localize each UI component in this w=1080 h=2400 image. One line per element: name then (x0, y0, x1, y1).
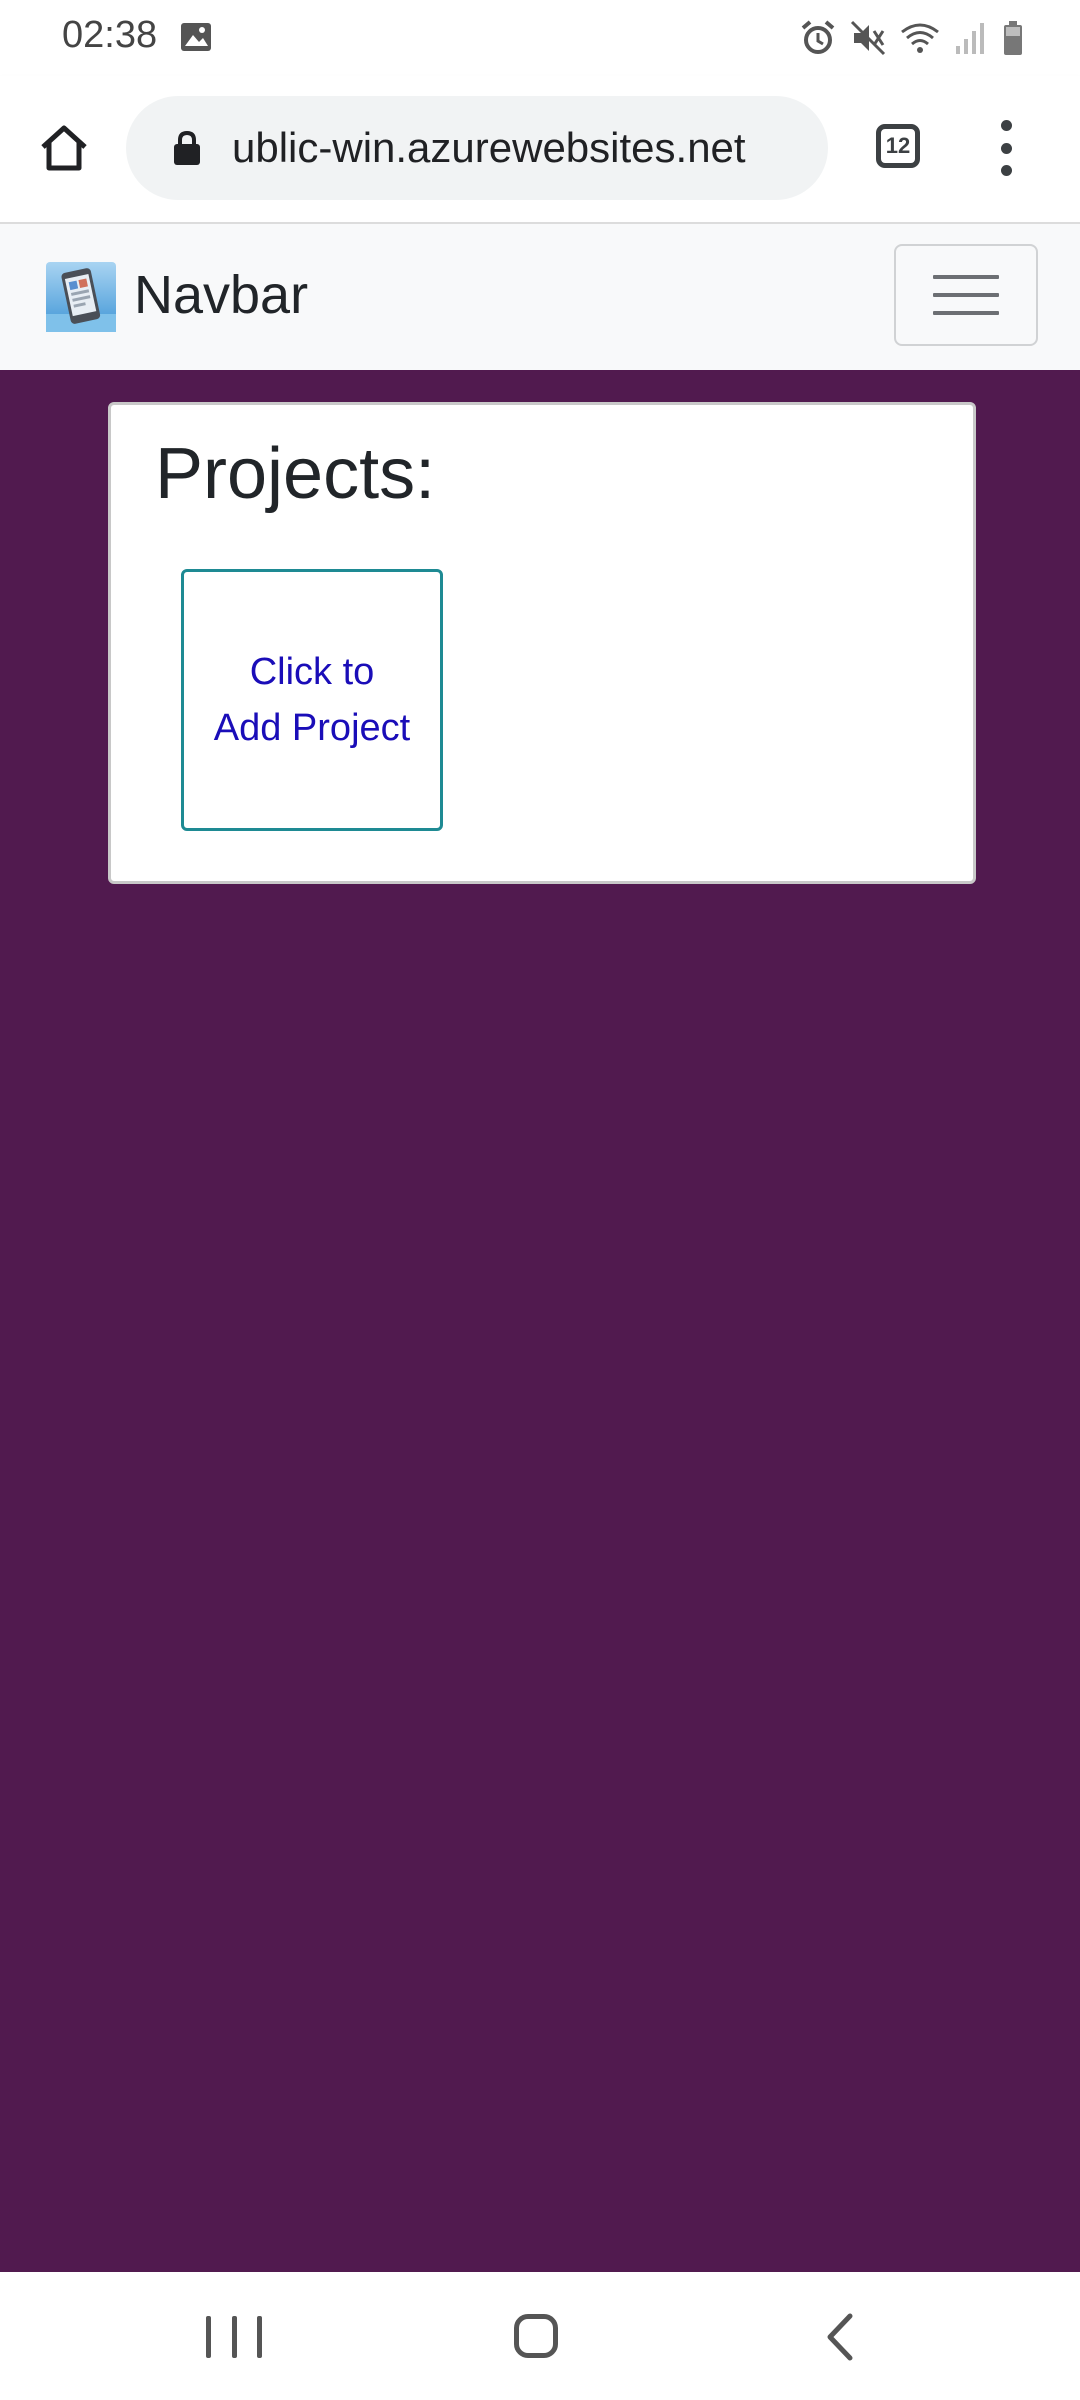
lock-icon (174, 130, 200, 165)
alarm-icon (801, 20, 835, 54)
add-project-button[interactable]: Click to Add Project (181, 569, 443, 831)
site-navbar: Navbar (0, 224, 1080, 370)
phone-app-icon[interactable] (46, 262, 116, 332)
signal-icon (956, 23, 984, 54)
navbar-toggler-button[interactable] (894, 244, 1038, 346)
address-bar[interactable]: ublic-win.azurewebsites.net (126, 96, 828, 200)
home-icon (41, 125, 87, 171)
status-time: 02:38 (62, 14, 158, 56)
status-bar: 02:38 (0, 0, 1080, 76)
more-vert-icon[interactable] (986, 120, 1026, 176)
hamburger-icon (933, 275, 999, 279)
add-project-label-line1: Click to (249, 651, 375, 693)
gallery-icon (181, 23, 211, 51)
navbar-brand[interactable]: Navbar (134, 264, 308, 326)
projects-heading: Projects: (155, 434, 436, 514)
add-project-label: Click to Add Project (202, 644, 422, 756)
tab-switcher-button[interactable]: 12 (876, 124, 920, 168)
status-icons (800, 18, 1024, 58)
mute-icon (850, 20, 886, 56)
browser-home-button[interactable] (34, 118, 94, 178)
home-icon[interactable] (514, 2314, 558, 2358)
battery-icon (1004, 21, 1022, 55)
projects-card: Projects: Click to Add Project (108, 402, 976, 884)
phone-screen: 02:38 ublic-win.azurewebsites.net 12 Nav… (0, 0, 1080, 2400)
browser-toolbar: ublic-win.azurewebsites.net 12 (0, 76, 1080, 224)
recents-icon[interactable] (206, 2316, 262, 2358)
wifi-icon (901, 23, 939, 53)
back-icon[interactable] (822, 2312, 858, 2362)
add-project-label-line2: Add Project (213, 707, 411, 749)
system-nav-bar (0, 2272, 1080, 2400)
url-text: ublic-win.azurewebsites.net (232, 124, 746, 171)
